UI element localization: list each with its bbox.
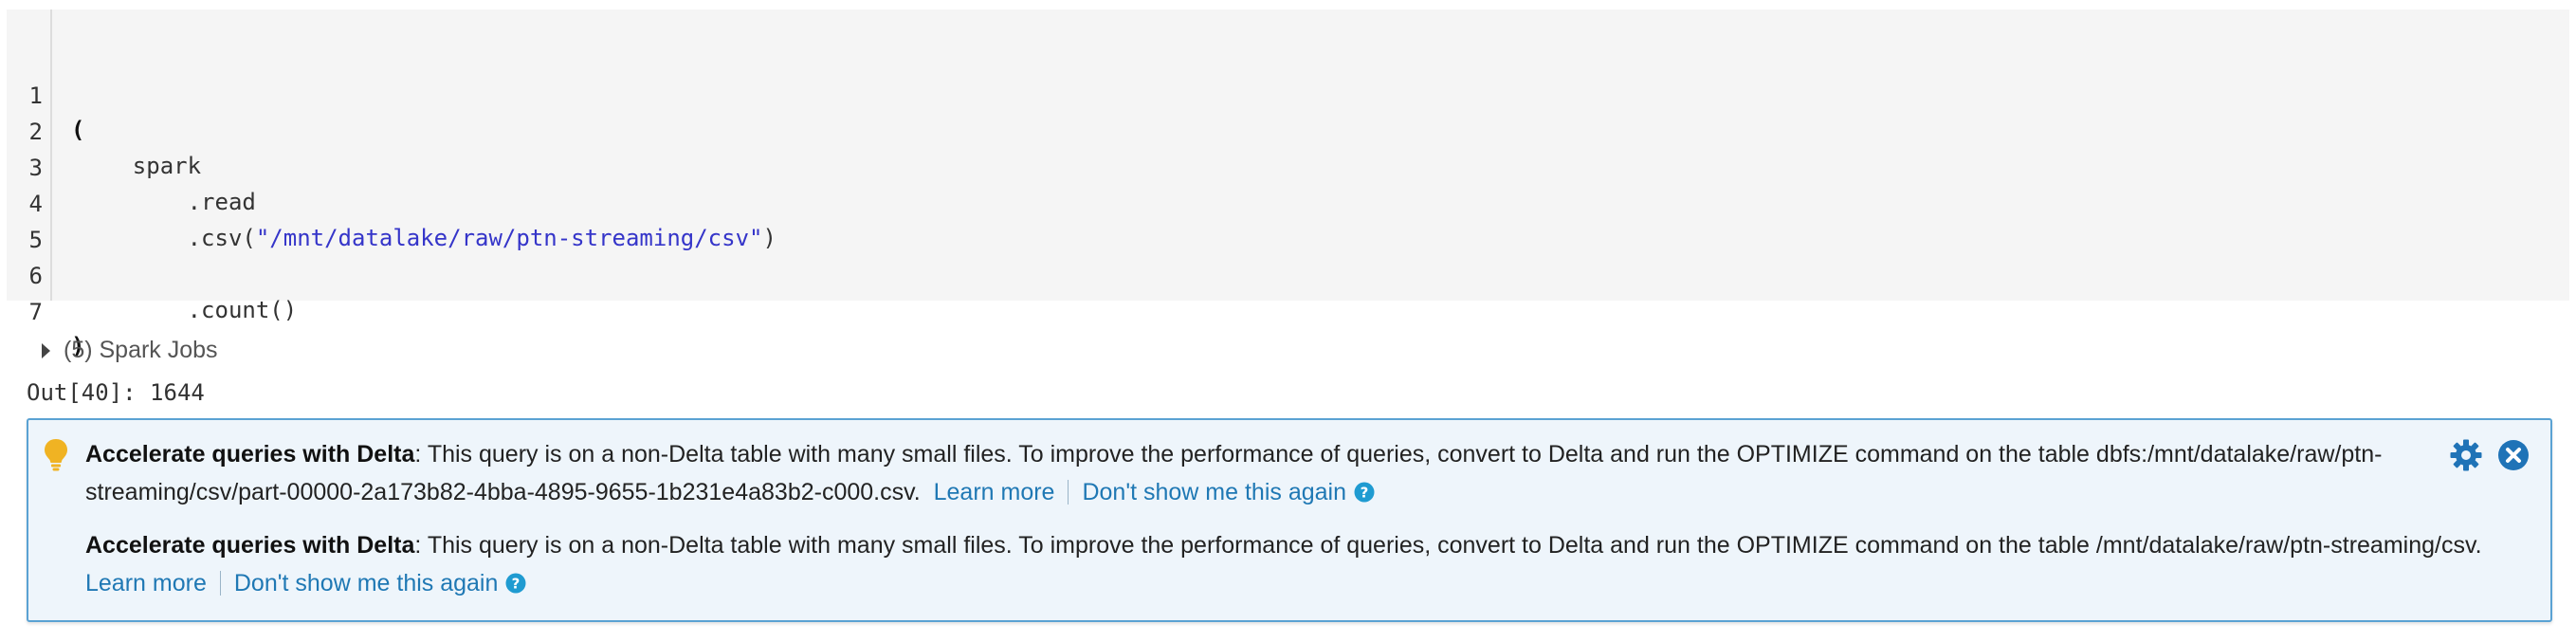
code-line: 7 ) [7,261,85,359]
code-cell[interactable]: 1 ( 2 spark 3 .read 4 .csv("/mnt/datalak… [7,9,2569,359]
gear-icon[interactable] [2449,438,2483,472]
line-number: 7 [28,299,43,325]
learn-more-link[interactable]: Learn more [85,570,207,596]
code-line: 3 .read [7,117,256,215]
help-icon[interactable]: ? [1354,482,1375,503]
code-text: .csv("/mnt/datalake/raw/ptn-streaming/cs… [78,221,776,255]
code-token: ) [762,225,776,251]
learn-more-link[interactable]: Learn more [934,479,1055,505]
link-separator [1068,480,1069,504]
dont-show-again-link[interactable]: Don't show me this again [234,570,499,596]
notice-title: Accelerate queries with Delta [85,532,415,559]
notice-message: Accelerate queries with Delta: This quer… [85,435,2494,511]
notice-body: : This query is on a non-Delta table wit… [414,532,2482,559]
code-line: 5 [7,189,62,253]
dont-show-again-link[interactable]: Don't show me this again [1082,479,1346,505]
string-literal: "/mnt/datalake/raw/ptn-streaming/csv" [255,225,763,251]
notice-actions [2449,438,2534,472]
close-icon[interactable] [2497,439,2530,471]
notice-title: Accelerate queries with Delta [85,441,415,468]
spark-jobs-label[interactable]: (5) Spark Jobs [64,337,218,363]
code-line: 4 .csv("/mnt/datalake/raw/ptn-streaming/… [7,153,776,251]
link-separator [219,571,221,596]
code-text: .count() [78,297,298,323]
code-line: 6 .count() [7,225,298,323]
code-text: ( [71,117,85,143]
help-icon[interactable]: ? [505,573,526,594]
lightbulb-icon [45,439,67,471]
code-text: .read [78,189,256,215]
spark-jobs-toggle[interactable]: (5) Spark Jobs [42,335,218,365]
caret-right-icon[interactable] [42,343,50,358]
delta-notice: Accelerate queries with Delta: This quer… [27,418,2552,622]
svg-text:?: ? [1361,485,1369,502]
notice-message: Accelerate queries with Delta: This quer… [85,526,2494,602]
code-line: 1 ( [7,45,85,143]
code-line: 2 spark [7,81,202,179]
code-token: .csv( [78,225,256,251]
cell-output: Out[40]: 1644 [27,379,205,406]
code-text: spark [78,153,202,179]
svg-text:?: ? [512,576,521,593]
